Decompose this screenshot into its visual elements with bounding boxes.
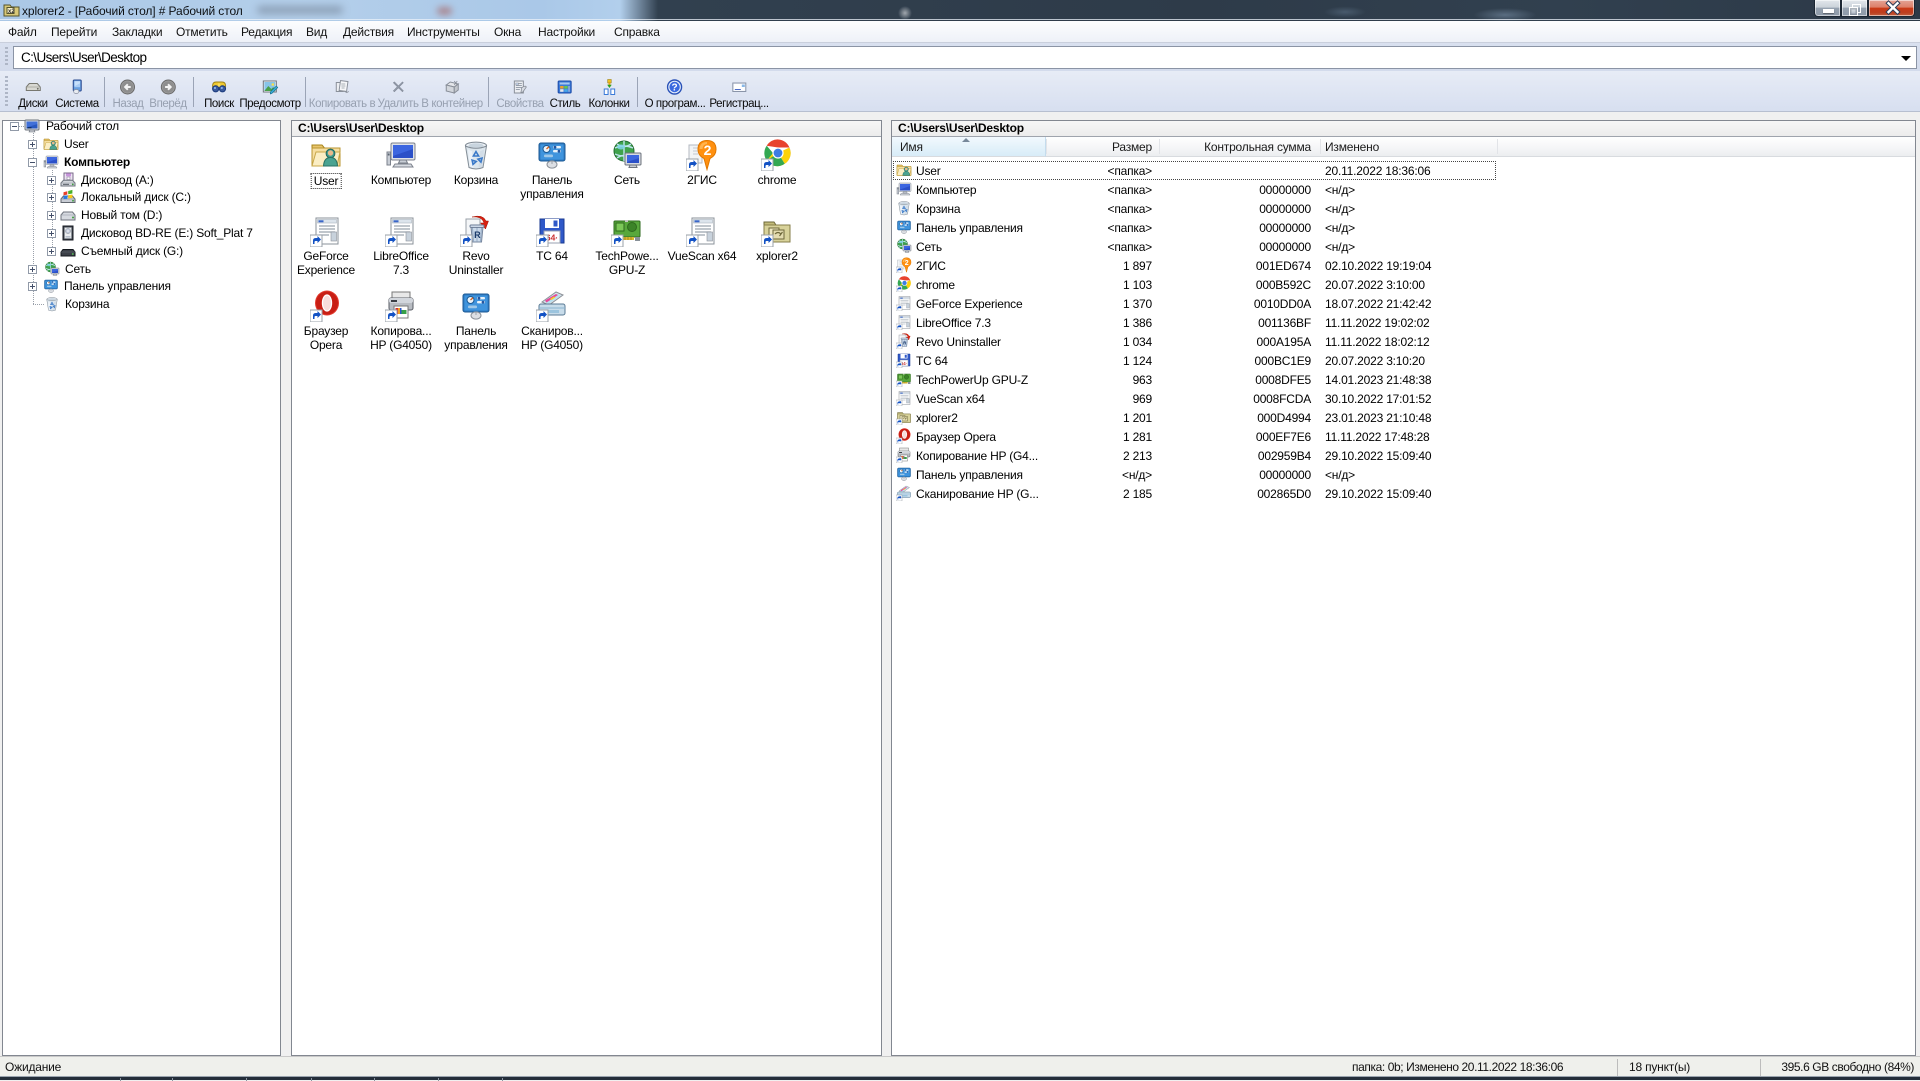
svg-text:x2: x2 [8, 9, 15, 15]
